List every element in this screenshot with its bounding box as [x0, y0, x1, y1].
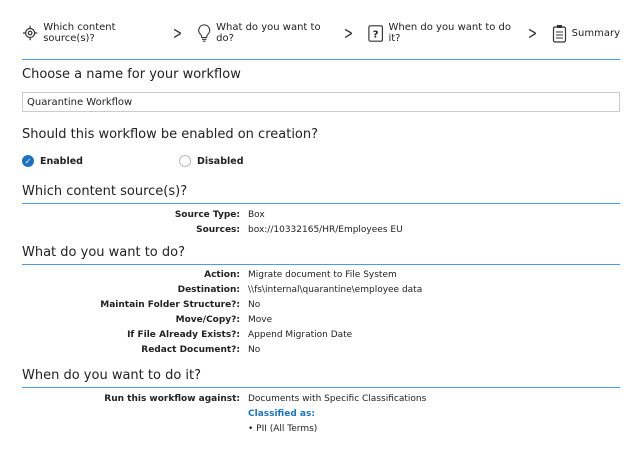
radio-disabled[interactable]: Disabled — [179, 155, 244, 167]
divider — [22, 264, 620, 265]
radio-circle-icon — [179, 155, 191, 167]
workflow-name-input[interactable] — [22, 92, 620, 112]
radio-label: Enabled — [40, 155, 83, 167]
step-action[interactable]: What do you want to do? — [197, 22, 329, 44]
detail-row: Move/Copy?: Move — [175, 315, 273, 325]
wizard-steps: Which content source(s)? > What do you w… — [22, 22, 620, 44]
section-heading: Should this workflow be enabled on creat… — [22, 127, 319, 142]
classified-label: Classified as: — [248, 409, 315, 419]
detail-row: If File Already Exists?: Append Migration… — [127, 330, 353, 340]
step-summary[interactable]: Summary — [552, 24, 620, 43]
question-icon: ? — [368, 24, 384, 42]
svg-text:?: ? — [373, 29, 379, 40]
radio-enabled[interactable]: ✓ Enabled — [22, 155, 83, 167]
chevron-right-icon: > — [172, 22, 182, 44]
detail-row: Source Type: Box — [174, 210, 265, 220]
target-icon — [22, 25, 38, 41]
check-icon: ✓ — [22, 155, 34, 167]
section-heading: Choose a name for your workflow — [22, 67, 241, 82]
step-label: Summary — [571, 27, 620, 39]
chevron-right-icon: > — [527, 22, 537, 44]
step-label: What do you want to do? — [216, 22, 321, 44]
detail-row: Action: Migrate document to File System — [204, 270, 397, 280]
lightbulb-icon — [198, 24, 210, 42]
classification-item: • PII (All Terms) — [248, 424, 318, 434]
step-label: Which content source(s)? — [43, 22, 116, 44]
detail-row: Run this workflow against: Documents with… — [104, 394, 427, 404]
detail-row: Destination: \\fs\internal\quarantine\emp… — [177, 285, 423, 295]
step-label: When do you want to do it? — [388, 22, 512, 44]
section-heading: Which content source(s)? — [22, 184, 188, 199]
clipboard-icon — [552, 24, 566, 43]
section-heading: What do you want to do? — [22, 245, 186, 260]
divider — [22, 59, 620, 60]
divider — [22, 387, 620, 388]
detail-row: Maintain Folder Structure?: No — [100, 300, 261, 310]
detail-row: Sources: box://10332165/HR/Employees EU — [196, 225, 403, 235]
step-when[interactable]: ? When do you want to do it? — [368, 22, 512, 44]
step-sources[interactable]: Which content source(s)? — [22, 22, 158, 44]
section-heading: When do you want to do it? — [22, 368, 202, 383]
chevron-right-icon: > — [344, 22, 354, 44]
radio-label: Disabled — [197, 155, 244, 167]
detail-row: Redact Document?: No — [141, 345, 261, 355]
divider — [22, 203, 620, 204]
